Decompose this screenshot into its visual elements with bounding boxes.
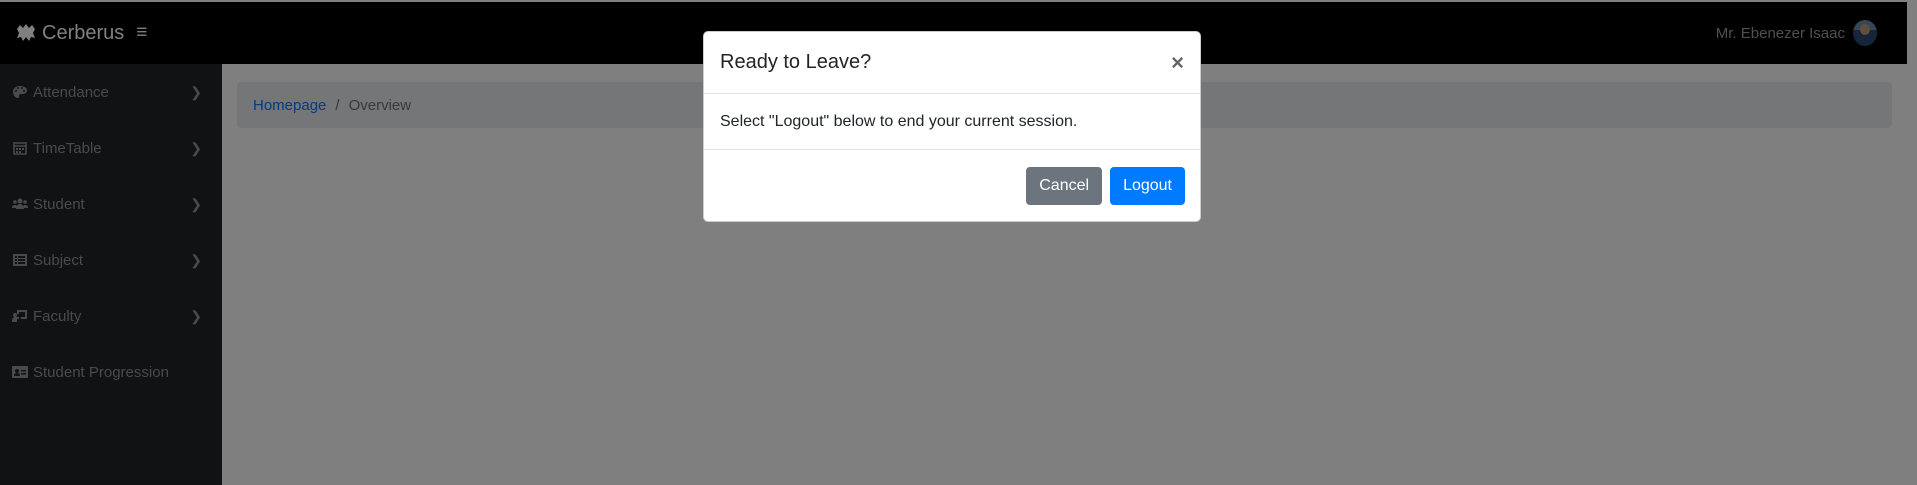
modal-footer: Cancel Logout: [704, 150, 1200, 221]
cancel-button[interactable]: Cancel: [1026, 166, 1103, 205]
modal-body: Select "Logout" below to end your curren…: [704, 94, 1200, 150]
modal-message: Select "Logout" below to end your curren…: [720, 112, 1078, 130]
logout-button[interactable]: Logout: [1110, 166, 1185, 205]
modal-header: Ready to Leave? ×: [704, 32, 1200, 94]
modal-title: Ready to Leave?: [720, 51, 872, 73]
logout-modal: Ready to Leave? × Select "Logout" below …: [703, 31, 1201, 222]
close-icon[interactable]: ×: [1171, 50, 1184, 76]
